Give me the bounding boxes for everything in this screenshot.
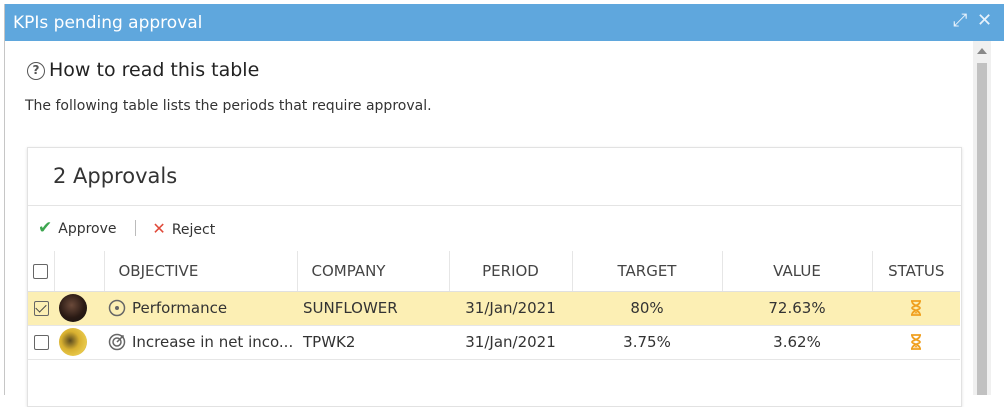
toolbar-divider: [134, 220, 136, 236]
target-cell: 3.75%: [572, 325, 722, 360]
window-content: ? How to read this table The following ta…: [5, 41, 971, 407]
vertical-scrollbar[interactable]: [973, 41, 991, 395]
table-row[interactable]: Performance SUNFLOWER 31/Jan/2021 80% 72…: [28, 291, 960, 326]
avatar: [59, 294, 87, 322]
reject-label: Reject: [171, 221, 216, 238]
approve-button[interactable]: ✔ Approve: [38, 218, 117, 238]
company-cell: TPWK2: [297, 325, 449, 360]
hourglass-icon: [911, 300, 921, 317]
value-cell: 72.63%: [722, 291, 872, 326]
objective-cell: Performance: [104, 291, 297, 326]
header-period[interactable]: PERIOD: [449, 251, 573, 292]
divider: [28, 205, 961, 206]
table-row[interactable]: Increase in net inco... TPWK2 31/Jan/202…: [28, 325, 960, 360]
period-cell: 31/Jan/2021: [449, 291, 572, 326]
select-all-cell: [28, 251, 55, 292]
header-objective[interactable]: OBJECTIVE: [104, 251, 298, 292]
approvals-table: OBJECTIVE COMPANY PERIOD TARGET VALUE ST…: [28, 251, 960, 360]
avatar-cell: [54, 291, 104, 326]
window-title: KPIs pending approval: [13, 13, 203, 33]
status-cell: [872, 325, 960, 360]
expand-icon[interactable]: ⤢: [953, 10, 967, 31]
objective-text: Performance: [132, 298, 228, 317]
select-all-checkbox[interactable]: [33, 263, 49, 279]
avatar-header: [54, 251, 105, 292]
window-titlebar: KPIs pending approval ⤢ ✕: [5, 4, 1004, 41]
row-checkbox[interactable]: [33, 301, 49, 316]
row-checkbox[interactable]: [33, 335, 49, 350]
avatar: [59, 328, 87, 356]
help-text: The following table lists the periods th…: [25, 98, 432, 114]
company-cell: SUNFLOWER: [297, 291, 449, 326]
approval-window: KPIs pending approval ⤢ ✕ ? How to read t…: [4, 4, 1004, 407]
objective-text: Increase in net inco...: [132, 332, 294, 351]
avatar-cell: [54, 325, 104, 360]
target-circle-icon: [108, 300, 126, 317]
period-cell: 31/Jan/2021: [449, 325, 572, 360]
close-icon[interactable]: ✕: [977, 10, 992, 31]
scrollbar-thumb[interactable]: [977, 63, 987, 395]
header-status[interactable]: STATUS: [872, 251, 960, 292]
bullseye-icon: [108, 334, 126, 351]
target-cell: 80%: [572, 291, 722, 326]
panel-title: 2 Approvals: [53, 164, 178, 188]
row-select-cell: [28, 291, 54, 326]
scroll-up-arrow-icon[interactable]: [977, 48, 987, 54]
row-select-cell: [28, 325, 54, 360]
reject-button[interactable]: ✕ Reject: [152, 219, 215, 238]
x-icon: ✕: [152, 218, 166, 238]
header-target[interactable]: TARGET: [572, 251, 723, 292]
approve-label: Approve: [58, 221, 117, 237]
table-header-row: OBJECTIVE COMPANY PERIOD TARGET VALUE ST…: [28, 251, 960, 292]
approval-toolbar: ✔ Approve ✕ Reject: [38, 218, 215, 240]
header-company[interactable]: COMPANY: [297, 251, 450, 292]
objective-cell: Increase in net inco...: [104, 325, 297, 360]
check-icon: ✔: [38, 218, 53, 238]
header-value[interactable]: VALUE: [722, 251, 873, 292]
value-cell: 3.62%: [722, 325, 872, 360]
help-heading-text: How to read this table: [49, 59, 260, 81]
help-heading: ? How to read this table: [27, 59, 259, 81]
question-circle-icon[interactable]: ?: [27, 62, 45, 80]
approvals-panel: 2 Approvals ✔ Approve ✕ Reject OBJECTIVE…: [27, 147, 962, 407]
status-cell: [872, 291, 960, 326]
hourglass-icon: [911, 334, 921, 351]
